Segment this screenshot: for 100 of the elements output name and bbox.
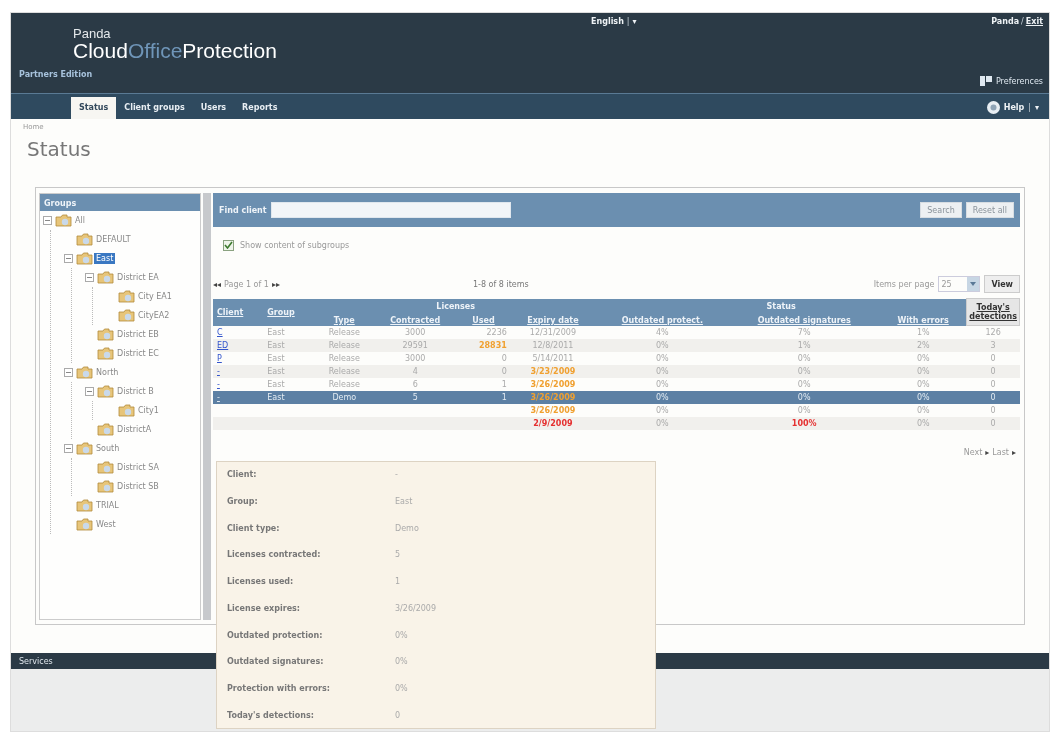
next-link[interactable]: Next [963, 448, 983, 457]
table-cell: 0 [501, 367, 507, 376]
table-cell: 0% [797, 367, 811, 376]
table-cell: 0 [990, 393, 996, 402]
column-header[interactable]: Expiry date [509, 314, 597, 326]
language-selector[interactable]: English [591, 17, 624, 26]
collapse-icon[interactable] [64, 254, 73, 263]
column-header[interactable]: Client [213, 298, 264, 326]
table-cell: Release [328, 367, 360, 376]
table-cell: 0% [797, 406, 811, 415]
row-link[interactable]: ED [217, 341, 229, 350]
column-header[interactable]: Group [263, 298, 316, 326]
column-header[interactable]: Outdated signatures [728, 314, 880, 326]
folder-icon [97, 385, 114, 398]
row-link[interactable]: C [217, 327, 223, 337]
table-cell: 0% [797, 354, 811, 363]
splitter-handle[interactable] [203, 193, 211, 620]
tree-item[interactable]: East [94, 253, 116, 264]
table-cell: 0% [916, 367, 930, 376]
checkbox[interactable] [223, 239, 234, 251]
tree-item[interactable]: District EC [115, 348, 161, 359]
table-cell: 0% [916, 380, 930, 389]
tree-item[interactable]: CityEA2 [136, 310, 172, 321]
collapse-icon[interactable] [85, 387, 94, 396]
tooltip-label: Protection with errors: [227, 684, 331, 694]
table-cell: 6 [412, 380, 418, 389]
table-cell: 3000 [405, 327, 426, 337]
collapse-icon[interactable] [43, 216, 52, 225]
collapse-icon[interactable] [85, 273, 94, 282]
tree-item[interactable]: District B [115, 386, 156, 397]
first-page-icon[interactable]: ◂◂ [213, 279, 222, 289]
tooltip-label: Group: [227, 496, 259, 506]
table-cell: 2236 [486, 327, 507, 337]
tree-item[interactable]: District EA [115, 272, 161, 283]
tree-item[interactable]: DEFAULT [94, 234, 133, 245]
table-cell: 0% [655, 341, 669, 350]
table-cell: 100% [791, 419, 817, 428]
table-cell: Release [328, 327, 360, 337]
tree-item[interactable]: TRIAL [94, 500, 121, 511]
column-header[interactable]: Contracted [373, 314, 458, 326]
tooltip-label: Today's detections: [227, 710, 315, 720]
tree-item[interactable]: District SB [115, 481, 161, 492]
table-cell: 3/26/2009 [530, 380, 576, 389]
folder-icon [97, 423, 114, 436]
caret-icon[interactable]: ▾ [632, 17, 637, 26]
table-cell: 0% [916, 354, 930, 363]
tooltip-label: Client type: [227, 523, 281, 533]
items-per-page-select[interactable]: 25 [938, 276, 981, 292]
tree-item[interactable]: West [94, 519, 118, 530]
collapse-icon[interactable] [64, 368, 73, 377]
nav-tab[interactable]: Client groups [116, 97, 193, 119]
last-link[interactable]: Last [992, 448, 1009, 457]
tree-item[interactable]: District SA [115, 462, 161, 473]
last-page-icon[interactable]: ▸▸ [271, 279, 280, 289]
tree-item[interactable]: DistrictA [115, 424, 154, 435]
folder-icon [76, 442, 93, 455]
tooltip-value: East [395, 496, 413, 506]
collapse-icon[interactable] [64, 444, 73, 453]
tooltip-value: 0 [395, 710, 401, 720]
column-header[interactable]: Used [457, 314, 510, 326]
tree-item[interactable]: City1 [136, 405, 161, 416]
row-link[interactable]: P [217, 354, 222, 363]
column-header[interactable]: Outdated protect. [596, 314, 729, 326]
row-link[interactable]: - [217, 380, 220, 389]
table-cell: 28831 [478, 341, 507, 350]
column-header[interactable]: With errors [879, 314, 967, 326]
table-cell: 0 [990, 419, 996, 428]
reset-button[interactable]: Reset all [965, 202, 1014, 218]
nav-tab[interactable]: Reports [234, 97, 286, 119]
column-header[interactable]: Type [315, 314, 374, 326]
row-link[interactable]: - [217, 393, 220, 402]
page-title: Status [27, 137, 92, 163]
search-field[interactable] [270, 202, 511, 218]
tree-item[interactable]: South [94, 443, 122, 454]
caret-icon[interactable]: ▾ [1035, 102, 1039, 112]
last-arrow-icon[interactable]: ▸ [1012, 448, 1016, 457]
table-cell: 7% [797, 327, 811, 337]
tooltip-label: License expires: [227, 603, 302, 613]
table-cell: 0% [655, 354, 669, 363]
table-cell: Demo [332, 393, 357, 402]
nav-tab[interactable]: Status [71, 97, 117, 119]
column-header[interactable]: Today's detections [966, 298, 1020, 326]
table-cell: 3/26/2009 [530, 393, 576, 402]
exit-link[interactable]: Exit [1025, 17, 1043, 26]
help-menu[interactable]: Help [1003, 102, 1025, 112]
nav-tab[interactable]: Users [192, 97, 235, 119]
tree-item[interactable]: City EA1 [136, 291, 174, 302]
table-cell: Release [328, 354, 360, 363]
table-cell: 0 [990, 380, 996, 389]
view-button[interactable]: View [984, 275, 1020, 293]
next-arrow-icon[interactable]: ▸ [985, 448, 990, 457]
tree-item[interactable]: North [94, 367, 121, 378]
separator: | [626, 17, 630, 26]
search-button[interactable]: Search [920, 202, 962, 218]
tree-item[interactable]: District EB [115, 329, 161, 340]
row-link[interactable]: - [217, 367, 220, 376]
preferences-link[interactable]: Preferences [995, 76, 1043, 86]
tree-item[interactable]: All [73, 215, 87, 226]
table-cell: East [267, 380, 285, 389]
table-cell: 3000 [405, 354, 426, 363]
